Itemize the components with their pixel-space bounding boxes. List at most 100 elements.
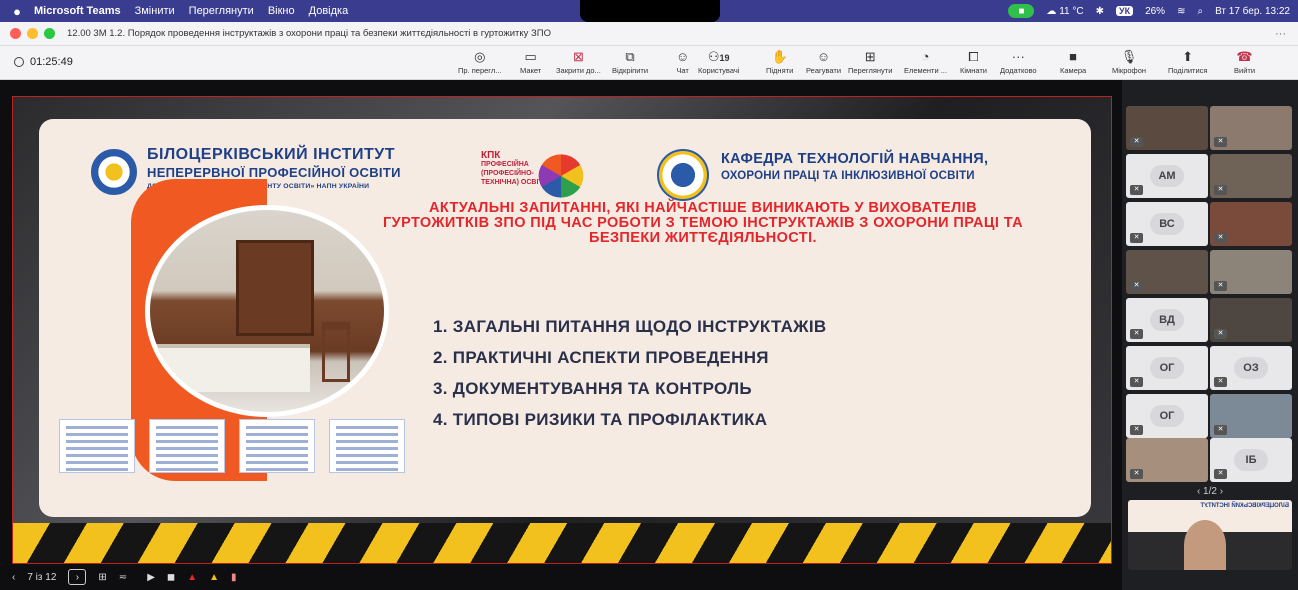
participant-video[interactable]: ✕	[1210, 106, 1292, 150]
participant-avatar[interactable]: ОГ ✕	[1126, 346, 1208, 390]
clock[interactable]: Вт 17 бер. 13:22	[1215, 6, 1290, 17]
participant-video[interactable]: ✕	[1126, 106, 1208, 150]
menu-help[interactable]: Довідка	[309, 5, 349, 17]
share-icon: ⬆	[1182, 49, 1194, 64]
participant-video[interactable]: ✕	[1210, 250, 1292, 294]
mic-muted-icon: ✕	[1214, 469, 1227, 479]
input-language[interactable]: УК	[1115, 6, 1134, 16]
mic-muted-icon: ✕	[1130, 377, 1143, 387]
window-titlebar: 12.00 3М 1.2. Порядок проведення інструк…	[0, 22, 1298, 46]
topic-list: 1. ЗАГАЛЬНІ ПИТАННЯ ЩОДО ІНСТРУКТАЖІВ 2.…	[433, 317, 826, 441]
unpin-icon: ⧉	[625, 49, 635, 64]
people-button[interactable]: ⚇19 Користувачі	[698, 49, 739, 75]
raise-hand-button[interactable]: ✋ Підняти	[766, 49, 793, 75]
more-options-icon[interactable]: ···	[1275, 28, 1286, 40]
search-icon[interactable]: ⌕	[1197, 6, 1203, 17]
more-button[interactable]: ··· Додатково	[1000, 49, 1037, 75]
rooms-button[interactable]: ⧠ Кімнати	[960, 49, 987, 75]
meeting-timer: 01:25:49	[14, 56, 73, 68]
window-controls	[10, 28, 55, 39]
mic-muted-icon: ✕	[1214, 185, 1227, 195]
apps-icon: ◔	[921, 49, 930, 64]
grid-view-icon[interactable]: ⊞	[98, 572, 106, 583]
more-icon: ···	[1011, 49, 1025, 64]
red-pen-icon[interactable]: ▲	[187, 572, 197, 583]
document-thumbnail	[329, 419, 405, 473]
people-icon: ⚇19	[707, 49, 730, 64]
bluetooth-icon[interactable]: ✱	[1096, 6, 1104, 17]
participant-video[interactable]: ✕	[1126, 438, 1208, 482]
topic-item: 4. ТИПОВІ РИЗИКИ ТА ПРОФІЛАКТИКА	[433, 410, 768, 429]
chat-icon: ☺	[676, 49, 690, 64]
status-area: ■ ☁ 11 °C ✱ УК 26% ≋ ⌕ Вт 17 бер. 13:22	[1008, 0, 1290, 22]
participant-video[interactable]: ✕	[1210, 202, 1292, 246]
kpk-wheel-icon	[538, 154, 584, 198]
menu-view[interactable]: Переглянути	[189, 5, 254, 17]
stop-presenting-button[interactable]: ⊠ Закрити до...	[556, 49, 601, 75]
participant-video[interactable]: ✕	[1210, 394, 1292, 438]
mic-muted-icon: ✕	[1130, 185, 1143, 195]
zoom-window-button[interactable]	[44, 28, 55, 39]
people-count: 19	[719, 53, 730, 63]
topic-item: 1. ЗАГАЛЬНІ ПИТАННЯ ЩОДО ІНСТРУКТАЖІВ	[433, 317, 827, 336]
menu-app-name[interactable]: Microsoft Teams	[34, 5, 121, 17]
participant-avatar[interactable]: ВД ✕	[1126, 298, 1208, 342]
highlighter-icon[interactable]: ▲	[209, 572, 219, 583]
grid-icon: ⊞	[864, 49, 876, 64]
minimize-window-button[interactable]	[27, 28, 38, 39]
camera-in-use-icon[interactable]: ■	[1008, 4, 1035, 18]
participant-video[interactable]: ✕	[1126, 250, 1208, 294]
eraser-icon[interactable]: ◼	[167, 572, 175, 583]
weather-text: 11 °C	[1059, 5, 1084, 17]
next-slide-button[interactable]: ›	[68, 569, 87, 585]
participant-avatar[interactable]: ІБ ✕	[1210, 438, 1292, 482]
laser-icon[interactable]: ▮	[231, 572, 237, 583]
document-thumbnail	[239, 419, 315, 473]
layout-button[interactable]: ▭ Макет	[520, 49, 541, 75]
hand-icon: ✋	[771, 49, 788, 64]
meeting-toolbar: 01:25:49 ◎ Пр. перегл... ▭ Макет ⊠ Закрити …	[0, 46, 1298, 80]
menu-edit[interactable]: Змінити	[135, 5, 175, 17]
close-window-button[interactable]	[10, 28, 21, 39]
emoji-icon: ☺	[816, 49, 831, 64]
document-thumbnails	[59, 419, 405, 473]
slide-settings-icon[interactable]: ≂	[119, 572, 127, 583]
mic-muted-icon: ✕	[1130, 469, 1143, 479]
topic-item: 3. ДОКУМЕНТУВАННЯ ТА КОНТРОЛЬ	[433, 379, 752, 398]
department-name: КАФЕДРА ТЕХНОЛОГІЙ НАВЧАННЯ, ОХОРОНИ ПРА…	[721, 151, 989, 182]
weather-icon[interactable]: ☁ 11 °C	[1046, 6, 1083, 17]
participant-avatar[interactable]: ОГ ✕	[1126, 394, 1208, 438]
mic-muted-icon: ✕	[1214, 137, 1227, 147]
meeting-title: 12.00 3М 1.2. Порядок проведення інструк…	[67, 28, 551, 39]
view-icon: ◎	[474, 49, 486, 64]
slide-headline: АКТУАЛЬНІ ЗАПИТАННІ, ЯКІ НАЙЧАСТІШЕ ВИНИ…	[383, 200, 1023, 246]
participant-avatar[interactable]: ОЗ ✕	[1210, 346, 1292, 390]
menu-window[interactable]: Вікно	[268, 5, 295, 17]
mic-muted-icon: ✕	[1214, 377, 1227, 387]
participant-video[interactable]: ✕	[1210, 298, 1292, 342]
share-button[interactable]: ⬆ Поділитися	[1168, 49, 1207, 75]
presenter-video[interactable]: БІЛОЦЕРКІВСЬКИЙ ІНСТИТУТ	[1128, 500, 1292, 570]
participant-avatar[interactable]: ВС ✕	[1126, 202, 1208, 246]
microphone-button[interactable]: 🎙 Мікрофон	[1112, 49, 1146, 75]
battery-text[interactable]: 26%	[1145, 6, 1165, 17]
camera-button[interactable]: ■ Камера	[1060, 49, 1086, 75]
participant-avatar[interactable]: АМ ✕	[1126, 154, 1208, 198]
pointer-icon[interactable]: ▶	[147, 572, 155, 583]
wifi-icon[interactable]: ≋	[1177, 6, 1185, 17]
chat-button[interactable]: ☺ Чат	[676, 49, 689, 75]
unpin-button[interactable]: ⧉ Відкріпити	[612, 49, 648, 75]
view-button[interactable]: ⊞ Переглянути	[848, 49, 892, 75]
participant-video[interactable]: ✕	[1210, 154, 1292, 198]
hang-up-icon: ☎	[1236, 49, 1253, 64]
apps-button[interactable]: ◔ Елементи ...	[904, 49, 947, 75]
mic-muted-icon: ✕	[1214, 233, 1227, 243]
react-button[interactable]: ☺ Реагувати	[806, 49, 841, 75]
camera-notch	[580, 0, 720, 22]
recording-ring-icon	[14, 57, 24, 67]
leave-button[interactable]: ☎ Вийти	[1234, 49, 1255, 75]
view-mode-button[interactable]: ◎ Пр. перегл...	[458, 49, 502, 75]
apple-icon[interactable]: ●	[0, 4, 34, 19]
gallery-pager[interactable]: ‹ 1/2 ›	[1122, 486, 1298, 497]
prev-slide-button[interactable]: ‹	[12, 572, 15, 583]
